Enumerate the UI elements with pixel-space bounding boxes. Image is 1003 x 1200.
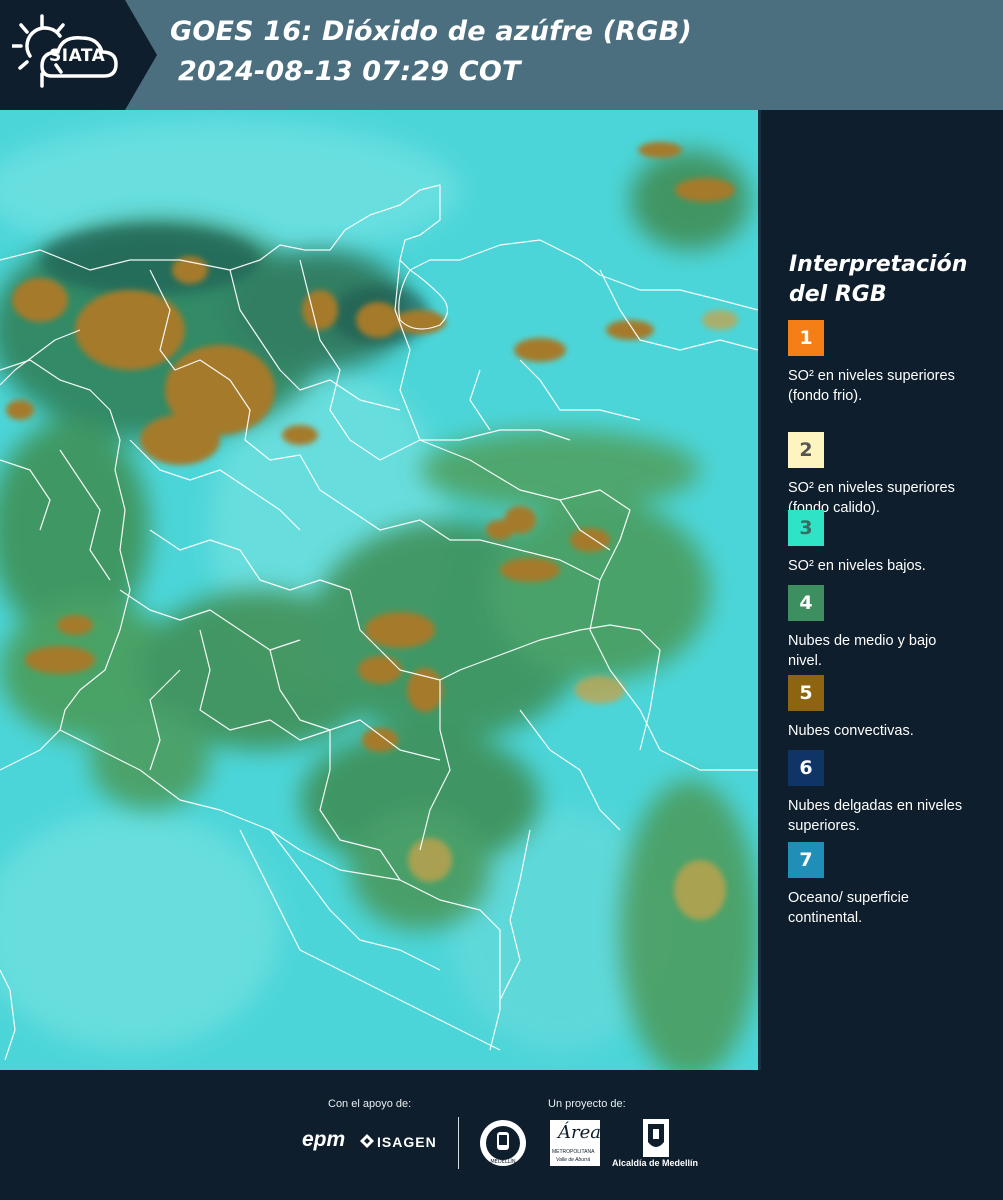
legend-item-2: 2 SO² en niveles superiores (fondo calido… bbox=[788, 432, 988, 518]
isagen-icon bbox=[360, 1133, 374, 1152]
legend-swatch: 6 bbox=[788, 750, 824, 786]
area-logo-name: Área bbox=[558, 1122, 601, 1143]
timestamp: 2024-08-13 07:29 COT bbox=[178, 56, 521, 87]
legend-swatch: 7 bbox=[788, 842, 824, 878]
legend-item-5: 5 Nubes convectivas. bbox=[788, 675, 988, 741]
project-label: Un proyecto de: bbox=[548, 1098, 626, 1110]
siata-logo: SIATA bbox=[0, 0, 157, 110]
legend-item-text: SO² en niveles superiores (fondo frio). bbox=[788, 368, 955, 404]
legend-item-text: Nubes delgadas en niveles superiores. bbox=[788, 798, 963, 834]
satellite-map bbox=[0, 110, 758, 1070]
legend-item-1: 1 SO² en niveles superiores (fondo frio). bbox=[788, 320, 988, 406]
logo-text: SIATA bbox=[49, 46, 106, 66]
legend-swatch: 5 bbox=[788, 675, 824, 711]
legend-item-text: Oceano/ superficie continental. bbox=[788, 890, 909, 926]
legend-item-6: 6 Nubes delgadas en niveles superiores. bbox=[788, 750, 988, 836]
legend-swatch: 3 bbox=[788, 510, 824, 546]
legend-item-text: SO² en niveles bajos. bbox=[788, 558, 926, 574]
footer: Con el apoyo de: Un proyecto de: epm ISA… bbox=[0, 1070, 1003, 1200]
legend-item-7: 7 Oceano/ superficie continental. bbox=[788, 842, 988, 928]
support-label: Con el apoyo de: bbox=[328, 1098, 412, 1110]
legend-swatch: 1 bbox=[788, 320, 824, 356]
legend-swatch: 2 bbox=[788, 432, 824, 468]
legend-title: Interpretación del RGB bbox=[789, 252, 968, 307]
isagen-logo: ISAGEN bbox=[377, 1134, 437, 1150]
area-logo-sub2: Valle de Aburrá bbox=[556, 1157, 591, 1163]
page-title: GOES 16: Dióxido de azúfre (RGB) bbox=[170, 16, 692, 47]
satellite-image[interactable] bbox=[0, 110, 758, 1070]
legend-item-4: 4 Nubes de medio y bajo nivel. bbox=[788, 585, 988, 671]
legend-panel: Interpretación del RGB 1 SO² en niveles s… bbox=[761, 110, 1003, 1070]
medellin-seal-icon: MEDELLÍN bbox=[478, 1118, 528, 1172]
legend-swatch: 4 bbox=[788, 585, 824, 621]
legend-item-3: 3 SO² en niveles bajos. bbox=[788, 510, 988, 576]
alcaldia-logo-text: Alcaldía de Medellín bbox=[612, 1158, 699, 1168]
alcaldia-shield-icon bbox=[642, 1118, 670, 1162]
header-bar: SIATA GOES 16: Dióxido de azúfre (RGB) 2… bbox=[0, 0, 1003, 110]
legend-item-text: Nubes convectivas. bbox=[788, 723, 914, 739]
footer-divider bbox=[458, 1117, 459, 1169]
legend-item-text: Nubes de medio y bajo nivel. bbox=[788, 633, 937, 669]
svg-text:MEDELLÍN: MEDELLÍN bbox=[490, 1158, 516, 1165]
epm-logo: epm bbox=[302, 1128, 346, 1151]
area-metropolitana-logo: Área METROPOLITANA Valle de Aburrá bbox=[550, 1120, 601, 1166]
area-logo-sub: METROPOLITANA bbox=[552, 1149, 595, 1155]
